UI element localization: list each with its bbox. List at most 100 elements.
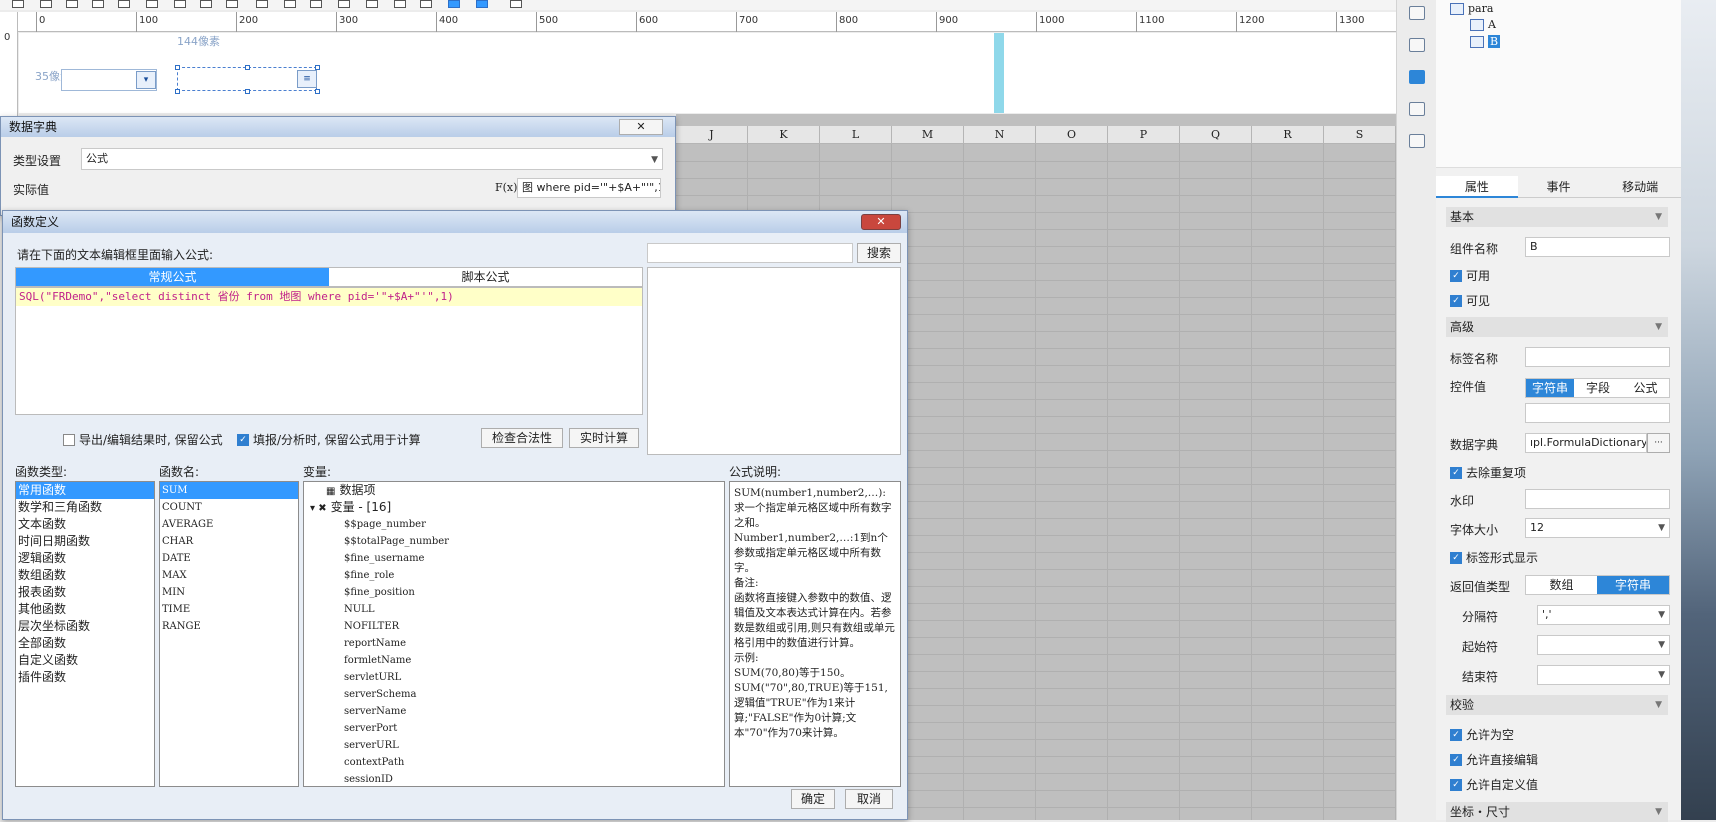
more-icon[interactable]: [510, 0, 522, 8]
dropdown-properties-icon[interactable]: [1409, 70, 1425, 84]
undo-icon[interactable]: [92, 0, 104, 8]
tree-icon[interactable]: [338, 0, 350, 8]
table-icon[interactable]: [146, 0, 158, 8]
ok-button[interactable]: 确定: [791, 789, 835, 809]
tree-node[interactable]: NOFILTER: [304, 618, 724, 635]
section-advanced[interactable]: 高级 ▼: [1446, 317, 1668, 337]
dictionary-more-button[interactable]: ···: [1647, 433, 1670, 453]
resize-handle[interactable]: [315, 89, 320, 94]
image-icon[interactable]: [200, 0, 212, 8]
tree-item-a[interactable]: A: [1470, 18, 1496, 31]
link-icon[interactable]: [1409, 134, 1425, 148]
save-icon[interactable]: [66, 0, 78, 8]
allow-custom-checkbox[interactable]: ✓ 允许自定义值: [1450, 776, 1538, 793]
tree-root[interactable]: para: [1450, 2, 1493, 15]
tab-mobile[interactable]: 移动端: [1599, 176, 1682, 198]
realtime-calc-button[interactable]: 实时计算: [569, 428, 639, 448]
start-char-select[interactable]: ▼: [1537, 635, 1670, 655]
button-icon[interactable]: [226, 0, 238, 8]
tree-node[interactable]: $$page_number: [304, 516, 724, 533]
radio-icon[interactable]: [256, 0, 268, 8]
resize-handle[interactable]: [175, 65, 180, 70]
font-size-select[interactable]: 12 ▼: [1525, 518, 1670, 538]
formula-line[interactable]: SQL("FRDemo","select distinct 省份 from 地图…: [16, 288, 642, 306]
list-item[interactable]: RANGE: [160, 618, 298, 635]
tree-node[interactable]: $fine_position: [304, 584, 724, 601]
formula-editor[interactable]: SQL("FRDemo","select distinct 省份 from 地图…: [15, 287, 643, 415]
name-field[interactable]: B: [1525, 237, 1670, 257]
tree-node[interactable]: serverName: [304, 703, 724, 720]
tree-node[interactable]: serverURL: [304, 737, 724, 754]
keep-formula-fill-checkbox[interactable]: ✓ 填报/分析时, 保留公式用于计算: [237, 431, 421, 448]
widget-b-box[interactable]: [177, 67, 317, 91]
return-type-toggle[interactable]: 数组 字符串: [1525, 575, 1670, 595]
toggle-string[interactable]: 字符串: [1526, 379, 1574, 397]
watermark-field[interactable]: [1525, 489, 1670, 509]
dedupe-checkbox[interactable]: ✓ 去除重复项: [1450, 464, 1526, 481]
search-input[interactable]: [647, 243, 853, 263]
formula-fx-icon[interactable]: F(x): [495, 181, 517, 194]
toggle-array[interactable]: 数组: [1526, 576, 1597, 594]
list-item[interactable]: MAX: [160, 567, 298, 584]
column-header[interactable]: K: [748, 126, 820, 144]
end-char-select[interactable]: ▼: [1537, 665, 1670, 685]
list-item[interactable]: 逻辑函数: [16, 550, 154, 567]
list-item[interactable]: 自定义函数: [16, 652, 154, 669]
text-icon[interactable]: [118, 0, 130, 8]
tab-script-formula[interactable]: 脚本公式: [329, 268, 642, 286]
list-item[interactable]: CHAR: [160, 533, 298, 550]
list-item[interactable]: TIME: [160, 601, 298, 618]
widget-a-dropdown-icon[interactable]: ▾: [136, 71, 156, 89]
list-item[interactable]: 数组函数: [16, 567, 154, 584]
section-validation[interactable]: 校验 ▼: [1446, 695, 1668, 715]
dictionary-field[interactable]: ıpl.FormulaDictionary: [1525, 433, 1647, 453]
tree-node[interactable]: sessionID: [304, 771, 724, 786]
list-item[interactable]: MIN: [160, 584, 298, 601]
tree-node[interactable]: ▦ 数据项: [304, 482, 724, 499]
widget-settings-icon[interactable]: [1409, 6, 1425, 20]
tree-node[interactable]: NULL: [304, 601, 724, 618]
resize-handle[interactable]: [245, 89, 250, 94]
tree-node[interactable]: servletURL: [304, 669, 724, 686]
list-item[interactable]: 文本函数: [16, 516, 154, 533]
resize-handle[interactable]: [315, 65, 320, 70]
tree-node[interactable]: contextPath: [304, 754, 724, 771]
new-icon[interactable]: [12, 0, 24, 8]
list-item[interactable]: 数学和三角函数: [16, 499, 154, 516]
chart-icon[interactable]: [174, 0, 186, 8]
list-item[interactable]: 其他函数: [16, 601, 154, 618]
upload-icon[interactable]: [420, 0, 432, 8]
column-header[interactable]: R: [1252, 126, 1324, 144]
allow-empty-checkbox[interactable]: ✓ 允许为空: [1450, 726, 1514, 743]
column-header[interactable]: N: [964, 126, 1036, 144]
column-header[interactable]: J: [676, 126, 748, 144]
control-value-toggle[interactable]: 字符串 字段 公式: [1525, 378, 1670, 398]
close-button[interactable]: ✕: [861, 214, 901, 230]
enabled-checkbox[interactable]: ✓ 可用: [1450, 267, 1490, 284]
list-item[interactable]: SUM: [160, 482, 298, 499]
column-header[interactable]: S: [1324, 126, 1396, 144]
list-item[interactable]: COUNT: [160, 499, 298, 516]
date-icon[interactable]: [394, 0, 406, 8]
list-item[interactable]: 全部函数: [16, 635, 154, 652]
type-select[interactable]: 公式 ▼: [81, 148, 663, 170]
cancel-button[interactable]: 取消: [845, 789, 893, 809]
list-item[interactable]: 常用函数: [16, 482, 154, 499]
list-item[interactable]: 时间日期函数: [16, 533, 154, 550]
layers-icon[interactable]: [1409, 102, 1425, 116]
category-list[interactable]: 常用函数 数学和三角函数 文本函数 时间日期函数 逻辑函数 数组函数 报表函数 其他函数 层次坐…: [15, 481, 155, 787]
resize-handle[interactable]: [175, 89, 180, 94]
list-icon[interactable]: [310, 0, 322, 8]
tree-node[interactable]: $fine_role: [304, 567, 724, 584]
tree-node[interactable]: reportName: [304, 635, 724, 652]
function-list[interactable]: SUM COUNT AVERAGE CHAR DATE MAX MIN TIME RANGE: [159, 481, 299, 787]
search-button[interactable]: 搜索: [857, 243, 901, 263]
variable-tree[interactable]: ▦ 数据项 ▾ ✖ 变量 - [16] $$page_number $$totalPage…: [303, 481, 725, 787]
tab-properties[interactable]: 属性: [1436, 176, 1518, 198]
list-item[interactable]: DATE: [160, 550, 298, 567]
tag-field[interactable]: [1525, 347, 1670, 367]
tab-normal-formula[interactable]: 常规公式: [16, 268, 329, 286]
tab-events[interactable]: 事件: [1517, 176, 1600, 198]
frame-icon[interactable]: [1409, 38, 1425, 52]
column-header[interactable]: Q: [1180, 126, 1252, 144]
